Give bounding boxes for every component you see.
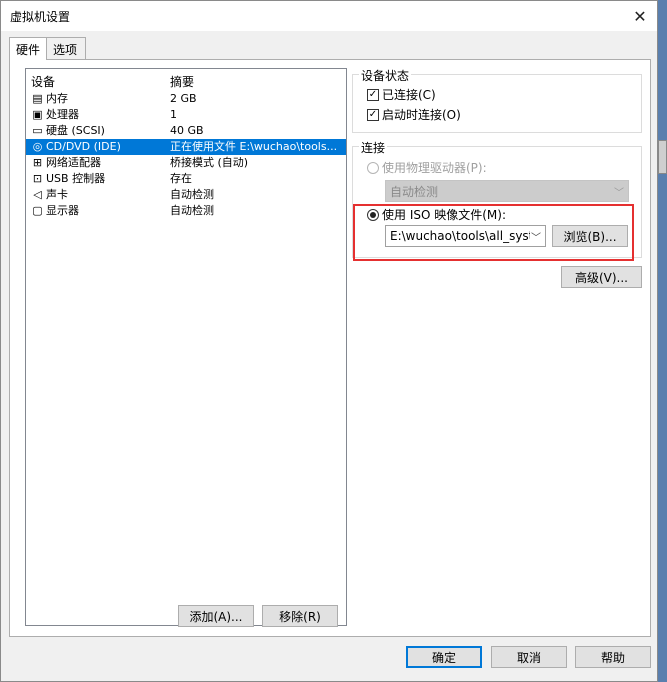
physical-drive-radio[interactable]: 使用物理驱动器(P): xyxy=(367,159,487,176)
device-name: 处理器 xyxy=(46,108,79,121)
device-row[interactable]: ▢ 显示器 自动检测 xyxy=(26,203,346,219)
display-icon: ▢ xyxy=(32,204,43,217)
device-name: 网络适配器 xyxy=(46,156,101,169)
device-name-cell: ▣ 处理器 xyxy=(31,107,79,123)
device-name-cell: ▤ 内存 xyxy=(31,91,68,107)
highlight-annotation xyxy=(353,204,634,261)
device-name-cell: ◁ 声卡 xyxy=(31,187,68,203)
connected-checkbox[interactable]: ✓ 已连接(C) xyxy=(367,86,436,103)
close-icon[interactable]: ✕ xyxy=(627,3,653,29)
device-summary: 自动检测 xyxy=(170,188,214,201)
device-name: 声卡 xyxy=(46,188,68,201)
device-name-cell: ⊡ USB 控制器 xyxy=(31,171,105,187)
background-window-edge xyxy=(658,0,667,682)
radio-icon xyxy=(367,161,379,174)
device-status-legend: 设备状态 xyxy=(359,67,412,84)
device-summary: 自动检测 xyxy=(170,204,214,217)
memory-icon: ▤ xyxy=(32,92,43,105)
hardware-panel: 设备 摘要 ▤ 内存 2 GB ▣ 处理器 1 ▭ 硬盘 (SCSI) 40 GB ◎ CD/DVD… xyxy=(9,59,651,637)
device-name-cell: ◎ CD/DVD (IDE) xyxy=(31,139,121,155)
ok-button[interactable]: 确定 xyxy=(406,646,482,668)
cd-dvd-icon: ◎ xyxy=(32,140,43,153)
connect-on-power-label: 启动时连接(O) xyxy=(382,108,461,122)
device-summary: 桥接模式 (自动) xyxy=(170,156,249,169)
help-button[interactable]: 帮助 xyxy=(575,646,651,668)
device-name: 硬盘 (SCSI) xyxy=(46,124,105,137)
device-row[interactable]: ⊡ USB 控制器 存在 xyxy=(26,171,346,187)
physical-drive-value: 自动检测 xyxy=(390,184,439,199)
device-summary: 40 GB xyxy=(170,124,204,137)
tab-hardware[interactable]: 硬件 xyxy=(9,37,47,60)
column-header-device: 设备 xyxy=(31,75,56,89)
device-summary: 正在使用文件 E:\wuchao\tools... xyxy=(170,140,338,153)
device-row[interactable]: ▣ 处理器 1 xyxy=(26,107,346,123)
device-list[interactable]: 设备 摘要 ▤ 内存 2 GB ▣ 处理器 1 ▭ 硬盘 (SCSI) 40 GB ◎ CD/DVD… xyxy=(25,68,347,626)
tab-options[interactable]: 选项 xyxy=(46,37,86,59)
processor-icon: ▣ xyxy=(32,108,43,121)
connection-legend: 连接 xyxy=(359,139,388,156)
network-adapter-icon: ⊞ xyxy=(32,156,43,169)
cancel-button[interactable]: 取消 xyxy=(491,646,567,668)
device-name: 内存 xyxy=(46,92,68,105)
checkbox-mark-icon: ✓ xyxy=(367,88,379,101)
device-row[interactable]: ◎ CD/DVD (IDE) 正在使用文件 E:\wuchao\tools... xyxy=(26,139,346,155)
chevron-down-icon: ﹀ xyxy=(614,188,624,199)
physical-drive-select[interactable]: 自动检测 ﹀ xyxy=(385,180,629,202)
window-title: 虚拟机设置 xyxy=(10,9,71,24)
device-row[interactable]: ⊞ 网络适配器 桥接模式 (自动) xyxy=(26,155,346,171)
physical-drive-label: 使用物理驱动器(P): xyxy=(382,161,487,175)
sound-card-icon: ◁ xyxy=(33,188,42,201)
remove-device-button[interactable]: 移除(R) xyxy=(262,605,338,627)
connected-label: 已连接(C) xyxy=(382,88,436,102)
column-header-summary: 摘要 xyxy=(170,75,195,89)
device-name: 显示器 xyxy=(46,204,79,217)
usb-controller-icon: ⊡ xyxy=(32,172,43,185)
device-list-header: 设备 摘要 xyxy=(26,73,346,89)
checkbox-mark-icon: ✓ xyxy=(367,108,379,121)
add-device-button[interactable]: 添加(A)... xyxy=(178,605,254,627)
device-name-cell: ⊞ 网络适配器 xyxy=(31,155,101,171)
vm-settings-window: 虚拟机设置 ✕ 硬件 选项 设备 摘要 ▤ 内存 2 GB ▣ 处理器 1 ▭ 硬盘 (SCS… xyxy=(0,0,658,682)
device-row[interactable]: ◁ 声卡 自动检测 xyxy=(26,187,346,203)
advanced-button[interactable]: 高级(V)... xyxy=(561,266,642,288)
device-summary: 1 xyxy=(170,108,177,121)
device-summary: 存在 xyxy=(170,172,192,185)
title-bar: 虚拟机设置 ✕ xyxy=(1,1,657,31)
device-row[interactable]: ▤ 内存 2 GB xyxy=(26,91,346,107)
device-row[interactable]: ▭ 硬盘 (SCSI) 40 GB xyxy=(26,123,346,139)
device-name-cell: ▭ 硬盘 (SCSI) xyxy=(31,123,105,139)
background-window-control xyxy=(658,140,667,174)
hard-disk-icon: ▭ xyxy=(32,124,43,137)
device-name: CD/DVD (IDE) xyxy=(46,140,121,153)
device-status-group: 设备状态 ✓ 已连接(C) ✓ 启动时连接(O) xyxy=(352,67,642,133)
device-summary: 2 GB xyxy=(170,92,197,105)
device-name-cell: ▢ 显示器 xyxy=(31,203,79,219)
connect-on-power-checkbox[interactable]: ✓ 启动时连接(O) xyxy=(367,106,461,123)
device-name: USB 控制器 xyxy=(46,172,106,185)
